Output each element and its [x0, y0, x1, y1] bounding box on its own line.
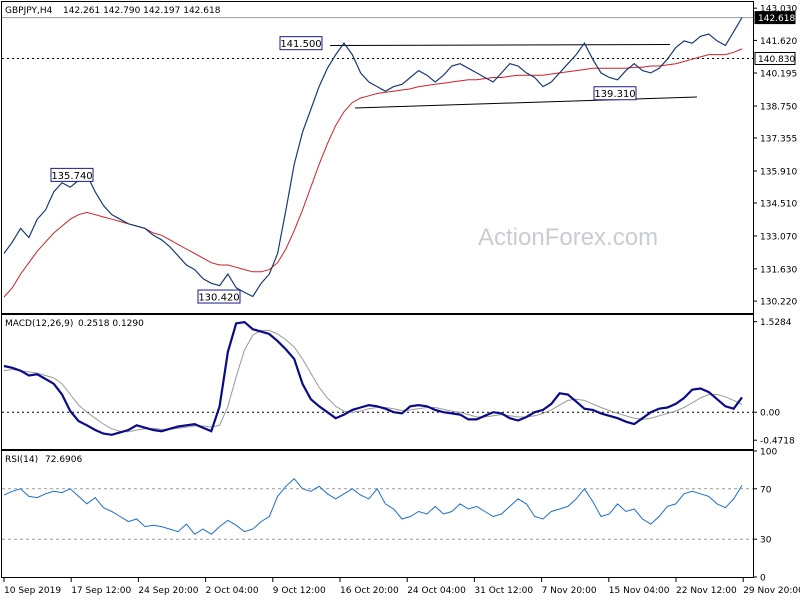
price-y-tick-label: 137.355 — [760, 134, 797, 144]
x-tick-label: 24 Oct 04:00 — [407, 586, 466, 596]
macd-y-tick-label: 1.5284 — [760, 318, 792, 328]
macd-y-tick-label: 0.00 — [760, 409, 780, 419]
annotation-label: 130.420 — [198, 293, 239, 304]
rsi-y-tick-label: 0 — [760, 574, 766, 584]
price-y-axis: 143.030141.620140.195138.750137.355135.9… — [753, 5, 797, 308]
price-y-tick-label: 134.510 — [760, 200, 797, 210]
price-ohlc-readout: 142.261 142.790 142.197 142.618 — [63, 6, 221, 16]
x-tick-label: 7 Nov 20:00 — [542, 586, 597, 596]
price-y-tick-label: 131.630 — [760, 265, 797, 275]
x-tick-label: 15 Nov 04:00 — [609, 586, 670, 596]
macd-values-readout: 0.2518 0.1290 — [78, 319, 144, 329]
x-tick-label: 17 Sep 12:00 — [71, 586, 131, 596]
x-tick-label: 24 Sep 20:00 — [138, 586, 198, 596]
chart-root: ActionForex.com GBPJPY,H4 142.261 142.79… — [1, 1, 800, 596]
price-y-tick-label: 130.220 — [760, 298, 797, 308]
x-tick-label: 9 Oct 12:00 — [273, 586, 326, 596]
rsi-panel-frame — [1, 450, 754, 578]
annotation-label: 139.310 — [594, 89, 635, 100]
x-tick-label: 16 Oct 20:00 — [340, 586, 399, 596]
rsi-value-readout: 72.6906 — [45, 455, 82, 465]
x-tick-label: 22 Nov 12:00 — [676, 586, 737, 596]
rsi-y-tick-label: 70 — [760, 485, 772, 495]
price-y-tick-label: 141.620 — [760, 37, 797, 47]
annotation-label: 135.740 — [51, 171, 92, 182]
rsi-panel-title: RSI(14) — [5, 455, 38, 465]
price-y-tick-label: 140.195 — [760, 70, 797, 80]
rsi-y-axis: 100 70 30 0 — [753, 448, 777, 584]
current-price-label: 142.618 — [758, 14, 795, 24]
x-tick-label: 2 Oct 04:00 — [206, 586, 259, 596]
annotation-label: 141.500 — [280, 39, 321, 50]
x-tick-label: 31 Oct 12:00 — [474, 586, 533, 596]
price-y-tick-label: 133.070 — [760, 232, 797, 242]
x-tick-label: 10 Sep 2019 — [4, 586, 61, 596]
macd-y-tick-label: -0.4718 — [760, 437, 795, 447]
reference-level-label: 140.830 — [758, 55, 795, 65]
time-x-axis: 10 Sep 2019 17 Sep 12:00 24 Sep 20:00 2 Oct… — [3, 577, 800, 596]
rsi-y-tick-label: 30 — [760, 536, 772, 546]
macd-panel-title: MACD(12,26,9) — [5, 319, 73, 329]
price-panel-frame — [1, 1, 754, 314]
price-y-tick-label: 138.750 — [760, 103, 797, 113]
price-panel-title: GBPJPY,H4 — [5, 6, 53, 16]
x-tick-label: 29 Nov 20:00 — [743, 586, 800, 596]
macd-y-axis: 1.5284 0.00 -0.4718 — [753, 318, 795, 447]
price-y-tick-label: 135.910 — [760, 167, 797, 177]
rsi-y-tick-label: 100 — [760, 448, 777, 458]
watermark: ActionForex.com — [478, 224, 658, 251]
